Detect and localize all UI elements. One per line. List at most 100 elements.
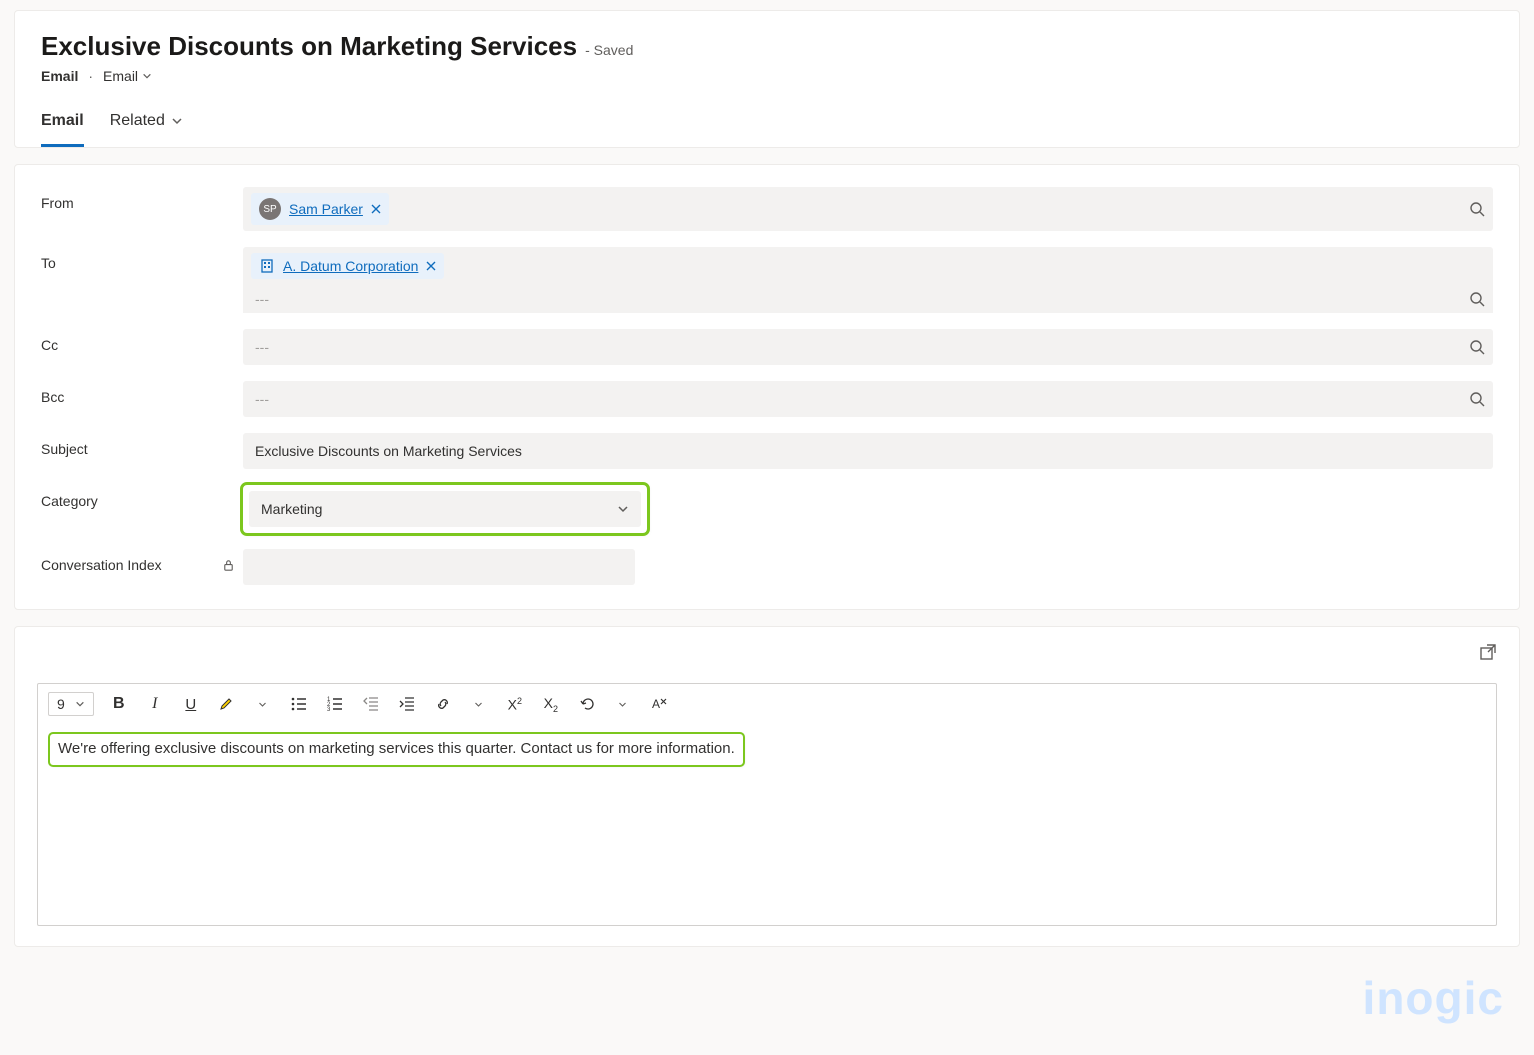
subject-label: Subject	[41, 433, 243, 457]
tab-related-label: Related	[110, 112, 165, 130]
subscript-button[interactable]: X2	[540, 690, 562, 718]
from-lookup[interactable]: SP Sam Parker	[243, 187, 1493, 231]
from-row: From SP Sam Parker	[41, 187, 1493, 231]
cc-lookup[interactable]: ---	[243, 329, 1493, 365]
cc-label: Cc	[41, 329, 243, 353]
popout-icon	[1479, 643, 1497, 661]
from-label: From	[41, 187, 243, 211]
bcc-row: Bcc ---	[41, 381, 1493, 417]
chevron-down-icon	[75, 699, 85, 709]
font-size-select[interactable]: 9	[48, 692, 94, 716]
to-search-button[interactable]	[1469, 291, 1485, 307]
body-text-highlight: We're offering exclusive discounts on ma…	[50, 734, 743, 765]
conversation-index-field	[243, 549, 635, 585]
category-value: Marketing	[261, 501, 322, 517]
avatar: SP	[259, 198, 281, 220]
italic-button[interactable]: I	[144, 690, 166, 718]
undo-dropdown[interactable]	[612, 690, 634, 718]
chevron-down-icon	[474, 700, 483, 709]
bold-button[interactable]: B	[108, 690, 130, 718]
building-icon	[259, 258, 275, 274]
clear-format-button[interactable]: A	[648, 690, 670, 718]
indent-icon	[398, 695, 416, 713]
underline-button[interactable]: U	[180, 690, 202, 718]
tab-email[interactable]: Email	[41, 106, 84, 147]
font-size-value: 9	[57, 696, 65, 712]
close-icon	[426, 261, 436, 271]
body-text: We're offering exclusive discounts on ma…	[58, 740, 735, 757]
from-search-button[interactable]	[1469, 201, 1485, 217]
category-highlight: Marketing	[243, 485, 647, 533]
chevron-down-icon	[258, 700, 267, 709]
svg-text:A: A	[652, 697, 660, 711]
conversation-index-row: Conversation Index	[41, 549, 1493, 585]
from-chip-name[interactable]: Sam Parker	[289, 201, 363, 217]
form-card: From SP Sam Parker To	[14, 164, 1520, 610]
form-selector[interactable]: Email	[103, 68, 152, 84]
editor-card: 9 B I U 123	[14, 626, 1520, 947]
to-placeholder: ---	[255, 291, 269, 307]
to-label: To	[41, 247, 243, 271]
clear-format-icon: A	[650, 695, 668, 713]
subject-input[interactable]	[243, 433, 1493, 469]
cc-search-button[interactable]	[1469, 339, 1485, 355]
tab-related[interactable]: Related	[110, 106, 183, 147]
category-select[interactable]: Marketing	[249, 491, 641, 527]
search-icon	[1469, 201, 1485, 217]
tabs: Email Related	[41, 106, 1493, 147]
bullet-list-icon	[290, 695, 308, 713]
chevron-down-icon	[618, 700, 627, 709]
editor-body[interactable]: We're offering exclusive discounts on ma…	[38, 724, 1496, 925]
outdent-button[interactable]	[360, 690, 382, 718]
undo-button[interactable]	[576, 690, 598, 718]
to-chip: A. Datum Corporation	[251, 253, 444, 279]
search-icon	[1469, 391, 1485, 407]
from-chip: SP Sam Parker	[251, 193, 389, 225]
bcc-placeholder: ---	[249, 391, 269, 407]
bullet-list-button[interactable]	[288, 690, 310, 718]
undo-icon	[579, 696, 595, 712]
highlight-dropdown[interactable]	[252, 690, 274, 718]
to-placeholder-row[interactable]: ---	[243, 285, 1493, 313]
outdent-icon	[362, 695, 380, 713]
record-header-card: Exclusive Discounts on Marketing Service…	[14, 10, 1520, 148]
cc-row: Cc ---	[41, 329, 1493, 365]
breadcrumb-entity: Email	[41, 68, 78, 84]
indent-button[interactable]	[396, 690, 418, 718]
link-dropdown[interactable]	[468, 690, 490, 718]
bcc-lookup[interactable]: ---	[243, 381, 1493, 417]
to-row: To A. Datum Corporation ---	[41, 247, 1493, 313]
highlighter-icon	[218, 695, 236, 713]
numbered-list-icon: 123	[326, 695, 344, 713]
breadcrumb: Email · Email	[41, 68, 1493, 84]
subject-row: Subject	[41, 433, 1493, 469]
numbered-list-button[interactable]: 123	[324, 690, 346, 718]
title-row: Exclusive Discounts on Marketing Service…	[41, 31, 1493, 62]
rich-text-editor: 9 B I U 123	[37, 683, 1497, 926]
chevron-down-icon	[142, 71, 152, 81]
link-button[interactable]	[432, 690, 454, 718]
page-title: Exclusive Discounts on Marketing Service…	[41, 31, 577, 62]
superscript-button[interactable]: X2	[504, 690, 526, 718]
highlight-button[interactable]	[216, 690, 238, 718]
category-label: Category	[41, 485, 243, 509]
form-selector-label: Email	[103, 68, 138, 84]
to-chip-remove[interactable]	[426, 261, 436, 271]
editor-toolbar: 9 B I U 123	[38, 684, 1496, 724]
cc-placeholder: ---	[249, 339, 269, 355]
tab-email-label: Email	[41, 112, 84, 130]
popout-button[interactable]	[1479, 643, 1497, 661]
search-icon	[1469, 291, 1485, 307]
saved-indicator: - Saved	[585, 42, 633, 58]
lock-icon	[222, 559, 235, 572]
watermark: inogic	[1363, 971, 1504, 1025]
conversation-index-label: Conversation Index	[41, 549, 243, 573]
svg-text:3: 3	[327, 707, 331, 713]
to-lookup[interactable]: A. Datum Corporation ---	[243, 247, 1493, 313]
to-chip-name[interactable]: A. Datum Corporation	[283, 258, 418, 274]
bcc-search-button[interactable]	[1469, 391, 1485, 407]
close-icon	[371, 204, 381, 214]
bcc-label: Bcc	[41, 381, 243, 405]
search-icon	[1469, 339, 1485, 355]
from-chip-remove[interactable]	[371, 204, 381, 214]
